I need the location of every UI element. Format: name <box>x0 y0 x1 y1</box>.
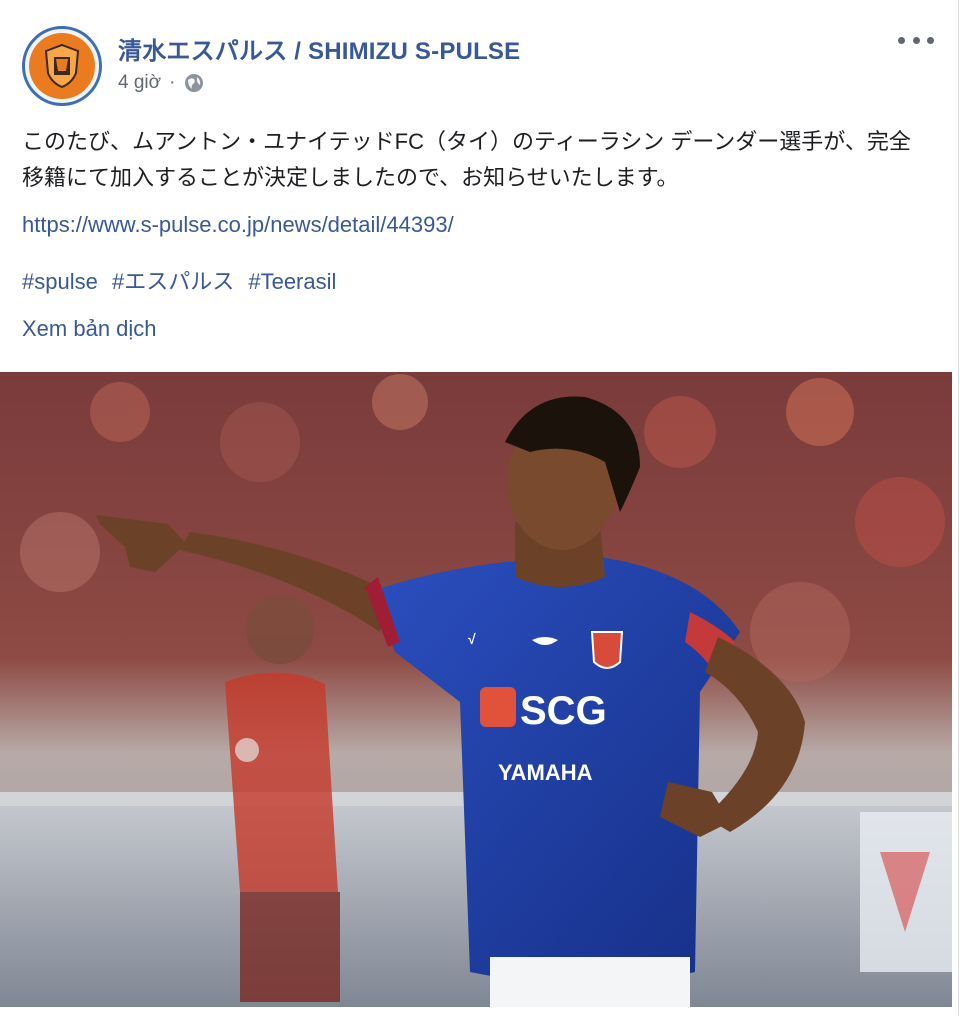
hashtag-spulse[interactable]: #spulse <box>22 269 98 294</box>
svg-text:√: √ <box>468 631 476 647</box>
page-name-link[interactable]: 清水エスパルス / SHIMIZU S-PULSE <box>118 31 520 66</box>
news-link[interactable]: https://www.s-pulse.co.jp/news/detail/44… <box>22 212 454 238</box>
post-meta: 4 giờ · <box>118 72 205 94</box>
club-crest-logo <box>29 33 95 99</box>
post-message: このたび、ムアントン・ユナイテッドFC（タイ）のティーラシン デーンダー選手が、… <box>22 129 911 190</box>
facebook-post: 清水エスパルス / SHIMIZU S-PULSE 4 giờ · このたび、ム… <box>0 0 959 1016</box>
post-photo[interactable]: SCG YAMAHA √ <box>0 372 952 1007</box>
hashtag-list: #spulse #エスパルス #Teerasil <box>22 264 344 296</box>
globe-icon[interactable] <box>183 72 205 94</box>
hashtag-espulse[interactable]: #エスパルス <box>112 269 234 294</box>
see-translation-link[interactable]: Xem bản dịch <box>22 316 157 342</box>
post-header: 清水エスパルス / SHIMIZU S-PULSE 4 giờ · <box>0 0 958 110</box>
jersey-sponsor-2-text: YAMAHA <box>498 760 593 785</box>
page-avatar[interactable] <box>22 26 102 106</box>
jersey-sponsor-text: SCG <box>520 689 607 733</box>
post-timestamp[interactable]: 4 giờ <box>118 72 161 94</box>
more-options-icon[interactable] <box>898 28 934 52</box>
crest-shape-icon <box>44 43 80 89</box>
hashtag-teerasil[interactable]: #Teerasil <box>248 269 336 294</box>
meta-separator: · <box>169 72 176 93</box>
player-celebration-image: SCG YAMAHA √ <box>0 372 952 1007</box>
